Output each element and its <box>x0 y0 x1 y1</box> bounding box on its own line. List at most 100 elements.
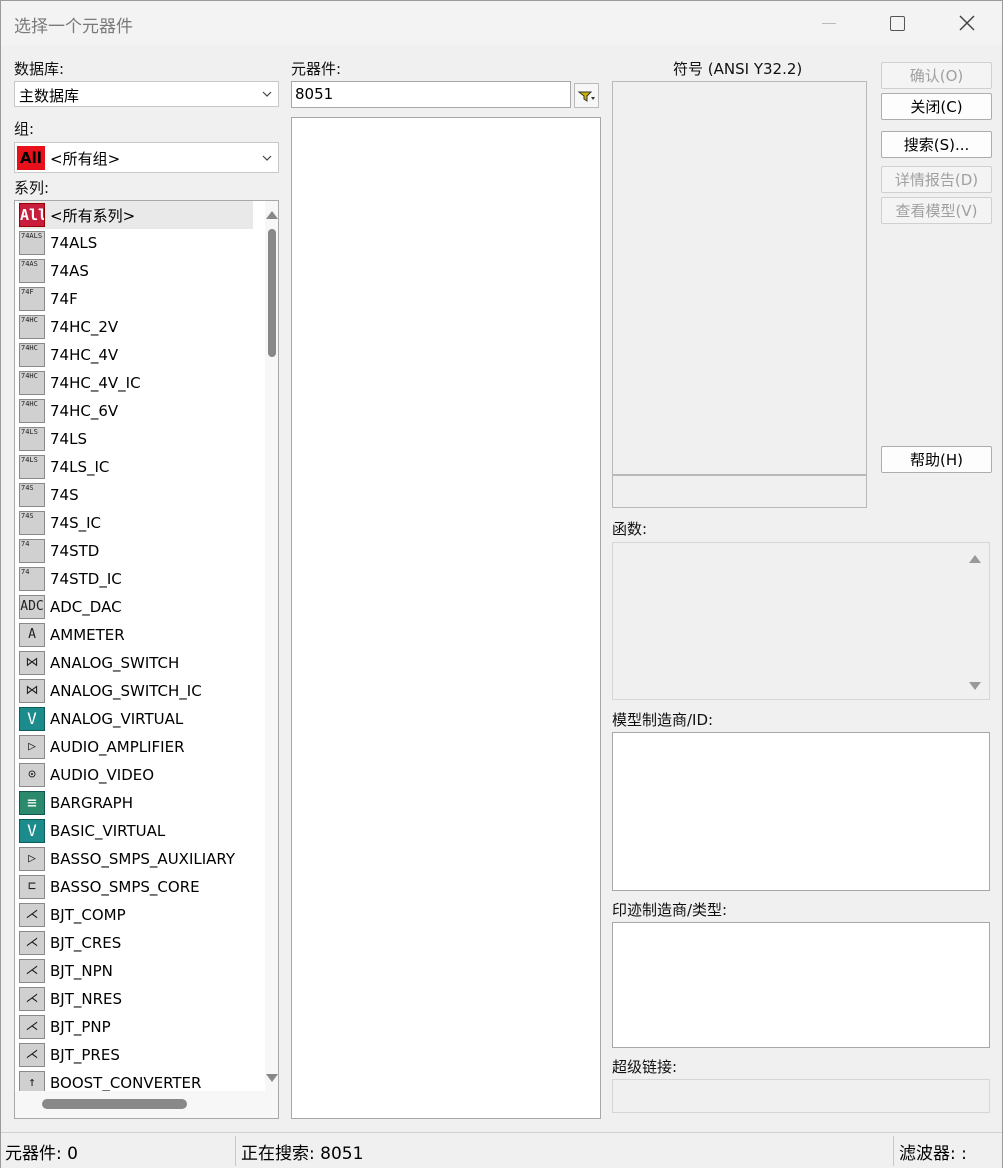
series-item[interactable]: 74S 74S_IC <box>19 509 253 537</box>
series-icon: ⊙ <box>19 763 45 787</box>
footprint-mfr-list[interactable] <box>612 922 990 1048</box>
chevron-down-icon <box>262 155 272 161</box>
series-item-label: 74ALS <box>50 234 98 252</box>
status-bar: 元器件: 0 正在搜索: 8051 滤波器: : <box>1 1132 1002 1168</box>
series-item[interactable]: ⋌ BJT_CRES <box>19 929 253 957</box>
series-item[interactable]: 74ALS 74ALS <box>19 229 253 257</box>
scroll-down-icon[interactable] <box>266 1074 278 1082</box>
series-icon: V <box>19 819 45 843</box>
series-item[interactable]: 74HC 74HC_4V <box>19 341 253 369</box>
symbol-preview <box>612 81 867 475</box>
hyperlink-box <box>612 1079 990 1113</box>
component-input[interactable]: 8051 <box>291 81 571 108</box>
footprint-mfr-label: 印迹制造商/类型: <box>612 901 728 919</box>
series-item-label: AUDIO_VIDEO <box>50 766 155 784</box>
series-icon: 74ALS <box>19 231 45 255</box>
series-item-label: 74AS <box>50 262 89 280</box>
series-item-label: ADC_DAC <box>50 598 122 616</box>
series-item[interactable]: 74S 74S <box>19 481 253 509</box>
series-item-label: 74S <box>50 486 79 504</box>
series-icon: A <box>19 623 45 647</box>
function-box <box>612 542 990 700</box>
series-item[interactable]: V ANALOG_VIRTUAL <box>19 705 253 733</box>
series-item-label: BJT_PRES <box>50 1046 120 1064</box>
series-icon: All <box>19 203 45 227</box>
title-bar: 选择一个元器件 <box>1 1 1002 45</box>
detail-report-button[interactable]: 详情报告(D) <box>881 166 992 193</box>
scroll-up-icon[interactable] <box>969 555 981 563</box>
series-item-label: BASSO_SMPS_AUXILIARY <box>50 850 236 868</box>
series-item-label: BOOST_CONVERTER <box>50 1074 202 1092</box>
series-item[interactable]: ⊏ BASSO_SMPS_CORE <box>19 873 253 901</box>
series-item[interactable]: 74 74STD_IC <box>19 565 253 593</box>
series-item-label: 74HC_2V <box>50 318 119 336</box>
search-button[interactable]: 搜索(S)... <box>881 131 992 158</box>
all-group-icon: All <box>17 146 45 170</box>
series-item[interactable]: 74 74STD <box>19 537 253 565</box>
series-vertical-scrollbar[interactable] <box>265 201 278 1091</box>
series-icon: 74S <box>19 483 45 507</box>
series-icon: ▷ <box>19 847 45 871</box>
series-list[interactable]: ↑ BOOST_CONVERTER ⋌ BJT_PRES ⋌ BJT_PNP ⋌ BJT_NR… <box>14 200 279 1119</box>
component-label: 元器件: <box>291 60 342 78</box>
series-item-label: BJT_PNP <box>50 1018 111 1036</box>
series-item[interactable]: 74HC 74HC_2V <box>19 313 253 341</box>
ok-button[interactable]: 确认(O) <box>881 62 992 89</box>
series-item[interactable]: 74AS 74AS <box>19 257 253 285</box>
series-item[interactable]: V BASIC_VIRTUAL <box>19 817 253 845</box>
database-select[interactable]: 主数据库 <box>14 81 279 107</box>
series-item[interactable]: ⋌ BJT_NPN <box>19 957 253 985</box>
series-item[interactable]: All <所有系列> <box>19 201 253 229</box>
close-button[interactable]: 关闭(C) <box>881 93 992 120</box>
series-item-label: BJT_COMP <box>50 906 126 924</box>
series-item[interactable]: ⋈ ANALOG_SWITCH <box>19 649 253 677</box>
minimize-button[interactable] <box>801 1 857 45</box>
series-item[interactable]: A AMMETER <box>19 621 253 649</box>
series-item[interactable]: ≡ BARGRAPH <box>19 789 253 817</box>
scroll-thumb[interactable] <box>268 229 276 357</box>
series-item[interactable]: ▷ BASSO_SMPS_AUXILIARY <box>19 845 253 873</box>
series-item-label: AMMETER <box>50 626 125 644</box>
series-horizontal-scrollbar[interactable] <box>15 1091 278 1118</box>
group-select[interactable]: All <所有组> <box>14 142 279 173</box>
series-item[interactable]: 74LS 74LS <box>19 425 253 453</box>
series-icon: ▷ <box>19 735 45 759</box>
series-item[interactable]: 74HC 74HC_6V <box>19 397 253 425</box>
series-item-label: ANALOG_SWITCH_IC <box>50 682 202 700</box>
series-item[interactable]: ⋌ BJT_COMP <box>19 901 253 929</box>
series-item[interactable]: ▷ AUDIO_AMPLIFIER <box>19 733 253 761</box>
series-item[interactable]: ⋌ BJT_NRES <box>19 985 253 1013</box>
status-divider <box>235 1136 236 1166</box>
view-model-button[interactable]: 查看模型(V) <box>881 197 992 224</box>
series-item[interactable]: ⋌ BJT_PRES <box>19 1041 253 1069</box>
component-list[interactable] <box>291 117 601 1119</box>
close-window-button[interactable] <box>939 1 995 45</box>
component-select-dialog: 选择一个元器件 数据库: 主数据库 组: All <所有组> 系列: ↑ BOOS… <box>0 0 1003 1168</box>
filter-button[interactable] <box>574 83 599 108</box>
series-icon: ⊏ <box>19 875 45 899</box>
series-icon: 74HC <box>19 315 45 339</box>
help-button[interactable]: 帮助(H) <box>881 446 992 473</box>
series-item[interactable]: ⊙ AUDIO_VIDEO <box>19 761 253 789</box>
series-item[interactable]: ADC DAC ADC_DAC <box>19 593 253 621</box>
scroll-down-icon[interactable] <box>969 682 981 690</box>
series-item[interactable]: 74F 74F <box>19 285 253 313</box>
scroll-up-icon[interactable] <box>266 211 278 219</box>
series-item[interactable]: 74LS 74LS_IC <box>19 453 253 481</box>
series-icon: ⋌ <box>19 1043 45 1067</box>
series-icon: ⋌ <box>19 903 45 927</box>
series-item[interactable]: 74HC 74HC_4V_IC <box>19 369 253 397</box>
maximize-button[interactable] <box>869 1 925 45</box>
group-label: 组: <box>14 120 35 138</box>
series-item[interactable]: ⋌ BJT_PNP <box>19 1013 253 1041</box>
chevron-down-icon <box>262 91 272 97</box>
series-item[interactable]: ⋈ ANALOG_SWITCH_IC <box>19 677 253 705</box>
hscroll-thumb[interactable] <box>42 1099 187 1109</box>
series-item-label: <所有系列> <box>50 206 136 225</box>
series-icon: ⋌ <box>19 987 45 1011</box>
series-item-label: BJT_NPN <box>50 962 113 980</box>
maximize-icon <box>889 15 905 31</box>
model-mfr-list[interactable] <box>612 732 990 891</box>
series-item-label: 74F <box>50 290 78 308</box>
series-item-label: BJT_CRES <box>50 934 122 952</box>
